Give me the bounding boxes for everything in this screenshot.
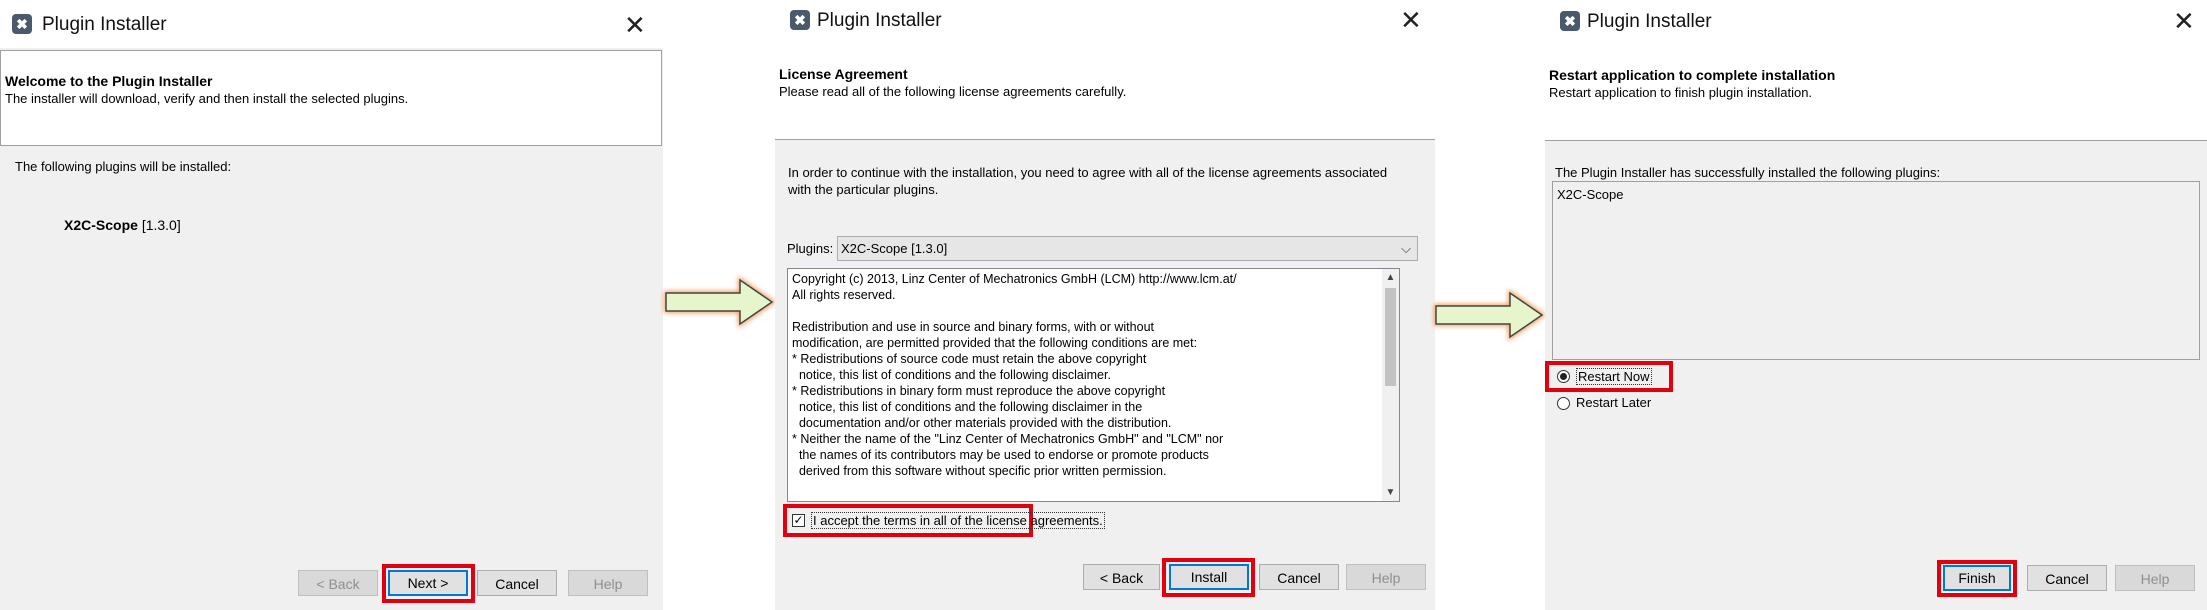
window-title: Plugin Installer — [1587, 11, 1712, 32]
dialog-restart: ✖ Plugin Installer ✕ Restart application… — [1545, 0, 2207, 610]
license-line: * Redistributions in binary form must re… — [792, 384, 1166, 398]
scroll-up-icon[interactable]: ▲ — [1382, 269, 1399, 286]
header-description: Please read all of the following license… — [779, 84, 1127, 99]
chevron-down-icon: ⌵ — [1401, 241, 1411, 256]
license-text: Copyright (c) 2013, Linz Center of Mecha… — [792, 271, 1237, 479]
right-arrow-icon — [1434, 289, 1546, 341]
header-title: License Agreement — [779, 66, 908, 82]
help-button[interactable]: Help — [1346, 564, 1426, 590]
plugins-label: Plugins: — [787, 241, 834, 256]
scroll-thumb[interactable] — [1385, 288, 1396, 386]
license-scrollbar[interactable]: ▲ ▼ — [1382, 269, 1399, 501]
restart-now-radio[interactable] — [1557, 370, 1570, 383]
close-icon[interactable]: ✕ — [1400, 7, 1422, 33]
restart-later-radio[interactable] — [1557, 397, 1570, 410]
license-line: All rights reserved. — [792, 288, 896, 302]
window-title: Plugin Installer — [42, 14, 167, 35]
license-intro-line1: In order to continue with the installati… — [788, 165, 1388, 180]
license-intro-line2: with the particular plugins. — [788, 182, 939, 197]
close-icon[interactable]: ✕ — [624, 12, 646, 38]
license-line: the names of its contributors may be use… — [792, 448, 1209, 462]
dialog-welcome: ✖ Plugin Installer ✕ Welcome to the Plug… — [0, 0, 663, 610]
license-line: * Redistributions of source code must re… — [792, 352, 1147, 366]
plugin-name: X2C-Scope — [64, 217, 138, 233]
license-text-area[interactable]: Copyright (c) 2013, Linz Center of Mecha… — [787, 268, 1400, 502]
header-description: Restart application to finish plugin ins… — [1549, 85, 1813, 100]
installed-plugin-item: X2C-Scope — [1557, 187, 1624, 202]
help-button[interactable]: Help — [568, 570, 648, 596]
license-line: documentation and/or other materials pro… — [792, 416, 1172, 430]
title-bar: ✖ Plugin Installer ✕ — [0, 0, 663, 48]
license-line: notice, this list of conditions and the … — [792, 400, 1143, 414]
plugins-dropdown[interactable]: X2C-Scope [1.3.0] ⌵ — [837, 236, 1418, 261]
plugin-version: [1.3.0] — [141, 217, 181, 233]
cancel-button[interactable]: Cancel — [2027, 565, 2107, 591]
plugins-dropdown-value: X2C-Scope [1.3.0] — [841, 241, 948, 256]
cancel-button[interactable]: Cancel — [1259, 564, 1339, 590]
license-line: notice, this list of conditions and the … — [792, 368, 1111, 382]
plugin-entry: X2C-Scope [1.3.0] — [64, 217, 181, 233]
help-button[interactable]: Help — [2115, 565, 2195, 591]
back-button[interactable]: < Back — [298, 570, 378, 596]
accept-checkbox[interactable]: ✓ — [792, 514, 805, 527]
restart-later-label[interactable]: Restart Later — [1576, 395, 1651, 410]
wizard-header: Restart application to complete installa… — [1545, 44, 2207, 140]
plugin-installer-icon: ✖ — [12, 14, 32, 34]
header-title: Welcome to the Plugin Installer — [5, 73, 213, 89]
scroll-down-icon[interactable]: ▼ — [1382, 484, 1399, 501]
license-line: * Neither the name of the "Linz Center o… — [792, 432, 1224, 446]
license-line: Copyright (c) 2013, Linz Center of Mecha… — [792, 272, 1237, 286]
license-line: derived from this software without speci… — [792, 464, 1167, 478]
header-separator — [1545, 140, 2207, 141]
radio-selected-dot — [1560, 373, 1567, 380]
header-title: Restart application to complete installa… — [1549, 67, 1836, 83]
plugin-installer-icon: ✖ — [790, 10, 810, 30]
back-button[interactable]: < Back — [1083, 564, 1160, 590]
plugins-intro: The following plugins will be installed: — [15, 159, 232, 174]
wizard-header: Welcome to the Plugin Installer The inst… — [0, 50, 662, 146]
license-line: Redistribution and use in source and bin… — [792, 320, 1154, 334]
cancel-button[interactable]: Cancel — [477, 570, 557, 596]
title-bar: ✖ Plugin Installer ✕ — [775, 0, 1435, 44]
restart-now-label[interactable]: Restart Now — [1576, 368, 1652, 385]
installed-intro: The Plugin Installer has successfully in… — [1555, 165, 1941, 180]
install-button[interactable]: Install — [1169, 564, 1249, 590]
dialog-license: ✖ Plugin Installer ✕ License Agreement P… — [775, 0, 1435, 610]
installed-plugins-list: X2C-Scope — [1552, 181, 2200, 360]
license-line: modification, are permitted provided tha… — [792, 336, 1198, 350]
accept-label[interactable]: I accept the terms in all of the license… — [811, 512, 1105, 529]
right-arrow-icon — [664, 276, 776, 328]
plugin-installer-icon: ✖ — [1560, 11, 1580, 31]
header-description: The installer will download, verify and … — [5, 91, 409, 106]
header-separator — [775, 139, 1435, 140]
close-icon[interactable]: ✕ — [2173, 8, 2195, 34]
window-title: Plugin Installer — [817, 10, 942, 31]
wizard-header: License Agreement Please read all of the… — [775, 44, 1435, 139]
next-button-highlight — [382, 564, 475, 603]
finish-button[interactable]: Finish — [1943, 565, 2011, 591]
title-bar: ✖ Plugin Installer ✕ — [1545, 0, 2207, 44]
license-line — [792, 303, 1237, 319]
